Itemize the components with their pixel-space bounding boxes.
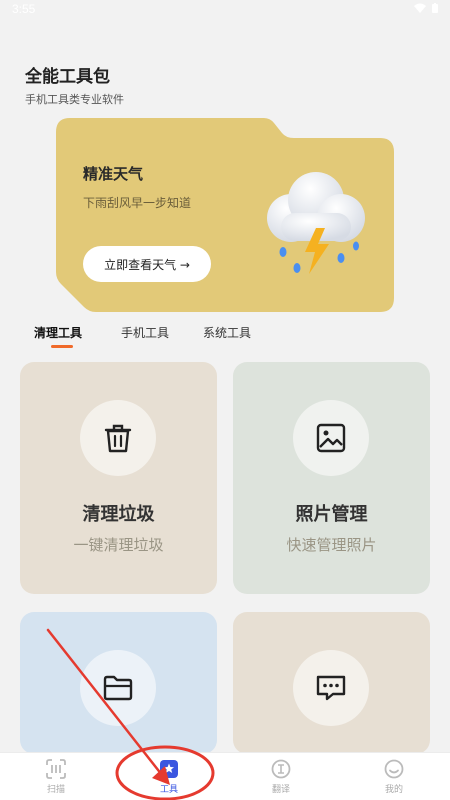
image-icon-circle (293, 400, 369, 476)
weather-card[interactable]: 精准天气 下雨刮风早一步知道 立即查看天气 → (56, 118, 394, 312)
profile-icon (384, 759, 404, 779)
tab-system-tools[interactable]: 系统工具 (203, 324, 251, 341)
weather-description: 下雨刮风早一步知道 (83, 196, 192, 210)
image-icon (316, 423, 346, 453)
nav-label: 扫描 (46, 785, 65, 795)
message-icon-circle (293, 650, 369, 726)
bottom-nav: 扫描 工具 翻译 我的 (0, 752, 450, 800)
tab-phone-tools[interactable]: 手机工具 (121, 324, 169, 341)
folder-icon-circle (80, 650, 156, 726)
status-icons (414, 3, 438, 13)
nav-label: 工具 (159, 785, 178, 795)
nav-item-translate[interactable]: 翻译 (251, 759, 311, 795)
tab-cleanup-tools[interactable]: 清理工具 (34, 324, 82, 341)
message-icon (316, 675, 346, 701)
folder-icon (103, 675, 133, 701)
tool-subtitle: 一键清理垃圾 (73, 536, 164, 554)
tool-title: 照片管理 (295, 504, 368, 525)
trash-icon (104, 424, 132, 453)
nav-item-scan[interactable]: 扫描 (26, 759, 86, 795)
status-time: 3:55 (12, 2, 36, 16)
page-subtitle: 手机工具类专业软件 (25, 93, 124, 106)
wifi-icon (414, 3, 426, 13)
nav-item-tools[interactable]: 工具 (139, 759, 199, 795)
status-bar: 3:55 (0, 0, 450, 20)
battery-icon (432, 3, 438, 13)
tool-card-messages[interactable] (233, 612, 430, 754)
tools-icon (160, 760, 178, 778)
trash-icon-circle (80, 400, 156, 476)
scan-icon (46, 759, 66, 779)
nav-item-profile[interactable]: 我的 (364, 759, 424, 795)
tool-title: 清理垃圾 (82, 504, 155, 525)
tool-subtitle: 快速管理照片 (286, 536, 377, 554)
translate-icon (271, 759, 291, 779)
view-weather-button[interactable]: 立即查看天气 → (83, 246, 211, 282)
tool-card-clean-junk[interactable]: 清理垃圾 一键清理垃圾 (20, 362, 217, 594)
page-title: 全能工具包 (25, 67, 110, 87)
thunderstorm-icon (267, 172, 365, 274)
nav-label: 翻译 (271, 785, 290, 795)
tool-card-file-manager[interactable] (20, 612, 217, 754)
tool-card-photo-manager[interactable]: 照片管理 快速管理照片 (233, 362, 430, 594)
tab-indicator (51, 345, 73, 348)
nav-label: 我的 (384, 785, 403, 795)
weather-title: 精准天气 (83, 165, 144, 183)
